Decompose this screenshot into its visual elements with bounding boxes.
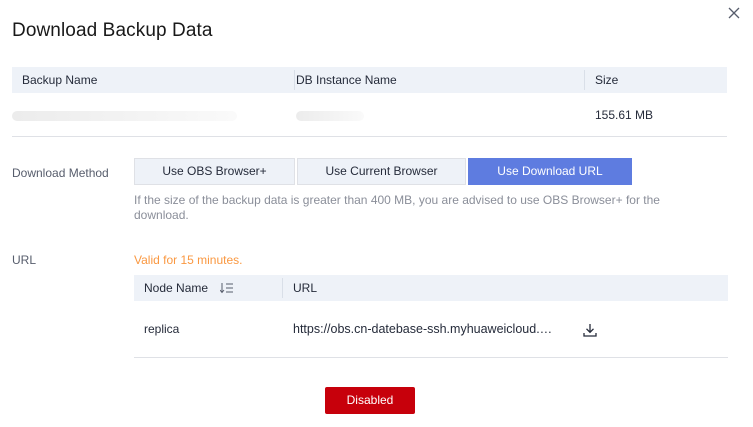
dialog-title: Download Backup Data (12, 20, 213, 41)
size-value: 155.61 MB (595, 108, 654, 122)
download-method-selector: Use OBS Browser+ Use Current Browser Use… (134, 158, 632, 185)
db-instance-name-value (296, 111, 364, 121)
option-current-browser[interactable]: Use Current Browser (297, 158, 466, 185)
column-header-size: Size (595, 73, 619, 87)
backup-table-header: Backup Name DB Instance Name Size (12, 67, 727, 93)
option-download-url[interactable]: Use Download URL (468, 158, 632, 185)
url-label: URL (12, 253, 37, 267)
close-icon[interactable] (726, 5, 742, 21)
node-name-value: replica (144, 322, 180, 336)
download-backup-dialog: Download Backup Data Backup Name DB Inst… (0, 0, 753, 427)
table-row: replica https://obs.cn-datebase-ssh.myhu… (134, 301, 728, 358)
url-table-header: Node Name URL (134, 275, 728, 301)
table-row: 155.61 MB (12, 93, 727, 137)
download-url-value[interactable]: https://obs.cn-datebase-ssh.myhuaweiclou… (293, 301, 555, 357)
download-hint: If the size of the backup data is greate… (134, 193, 660, 222)
column-header-db-instance-name: DB Instance Name (296, 73, 397, 87)
download-icon[interactable] (583, 323, 597, 337)
sort-icon[interactable] (220, 282, 234, 294)
validity-notice: Valid for 15 minutes. (134, 253, 243, 267)
backup-name-value (12, 111, 237, 121)
column-header-node-name: Node Name (144, 281, 209, 295)
disabled-button[interactable]: Disabled (325, 387, 415, 414)
download-method-label: Download Method (12, 166, 109, 180)
column-header-backup-name: Backup Name (22, 73, 98, 87)
option-obs-browser[interactable]: Use OBS Browser+ (134, 158, 295, 185)
column-header-url: URL (293, 281, 318, 295)
